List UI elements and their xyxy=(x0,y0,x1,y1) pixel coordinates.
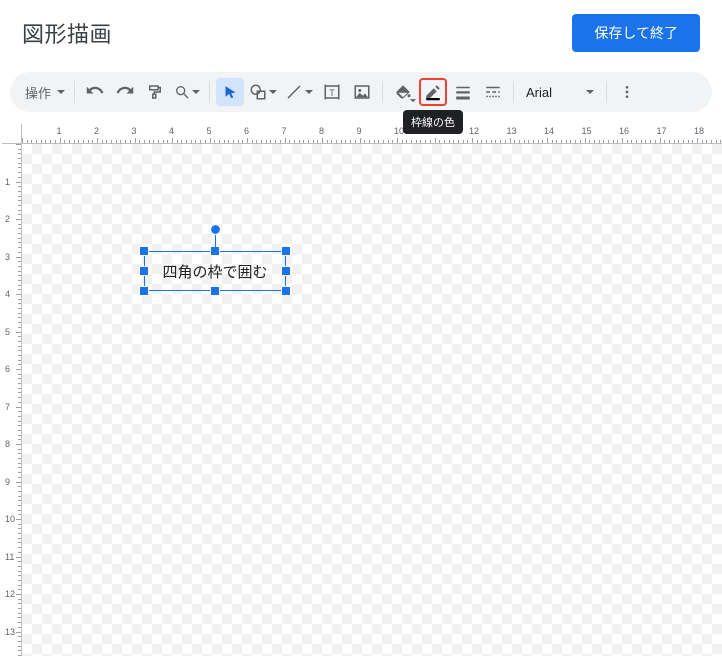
redo-icon xyxy=(116,83,134,101)
border-weight-button[interactable] xyxy=(449,78,477,106)
ruler-vertical: 1234567891011121314 xyxy=(2,144,22,656)
undo-button[interactable] xyxy=(81,78,109,106)
line-icon xyxy=(285,83,303,101)
ruler-horizontal: 12345678910111213141516171819 xyxy=(22,124,722,144)
border-dash-button[interactable] xyxy=(479,78,507,106)
save-and-close-button[interactable]: 保存して終了 xyxy=(572,14,700,52)
select-tool[interactable] xyxy=(216,78,244,106)
zoom-icon xyxy=(174,84,190,100)
image-tool[interactable] xyxy=(348,78,376,106)
actions-menu[interactable]: 操作 xyxy=(18,78,68,106)
separator xyxy=(209,81,210,103)
chevron-down-icon xyxy=(192,90,200,95)
selection-handle[interactable] xyxy=(140,247,148,255)
border-color-button[interactable]: 枠線の色 xyxy=(419,78,447,106)
separator xyxy=(513,81,514,103)
selection-handle[interactable] xyxy=(140,287,148,295)
separator xyxy=(382,81,383,103)
toolbar: 操作 T 枠線の色 xyxy=(10,72,712,112)
selection-handle[interactable] xyxy=(282,267,290,275)
selection-handle[interactable] xyxy=(282,247,290,255)
paint-format-button[interactable] xyxy=(141,78,169,106)
selection-handle[interactable] xyxy=(211,287,219,295)
chevron-down-icon xyxy=(586,90,594,95)
separator xyxy=(74,81,75,103)
paint-roller-icon xyxy=(146,83,164,101)
svg-text:T: T xyxy=(329,88,335,98)
font-label: Arial xyxy=(526,85,584,100)
tooltip: 枠線の色 xyxy=(403,110,463,134)
workspace: 12345678910111213141516171819 1234567891… xyxy=(2,124,722,656)
ruler-corner xyxy=(2,124,22,144)
border-weight-icon xyxy=(454,83,472,101)
shape-tool[interactable] xyxy=(246,78,280,106)
pencil-icon xyxy=(424,83,442,101)
selection-handle[interactable] xyxy=(140,267,148,275)
rotation-handle[interactable] xyxy=(211,225,220,234)
line-tool[interactable] xyxy=(282,78,316,106)
more-button[interactable] xyxy=(613,78,641,106)
textbox-icon: T xyxy=(323,83,341,101)
page-title: 図形描画 xyxy=(22,17,112,49)
image-icon xyxy=(353,83,371,101)
shape-text: 四角の枠で囲む xyxy=(162,261,267,282)
chevron-down-icon xyxy=(57,90,65,95)
undo-icon xyxy=(86,83,104,101)
actions-label: 操作 xyxy=(21,83,55,102)
chevron-down-icon xyxy=(269,90,277,95)
cursor-icon xyxy=(222,84,239,101)
border-dash-icon xyxy=(484,83,502,101)
separator xyxy=(606,81,607,103)
textbox-tool[interactable]: T xyxy=(318,78,346,106)
shapes-icon xyxy=(249,83,267,101)
redo-button[interactable] xyxy=(111,78,139,106)
selected-textbox[interactable]: 四角の枠で囲む xyxy=(144,251,286,291)
more-vertical-icon xyxy=(619,84,635,100)
selection-handle[interactable] xyxy=(282,287,290,295)
canvas[interactable]: 四角の枠で囲む xyxy=(22,144,722,656)
chevron-down-icon xyxy=(305,90,313,95)
zoom-button[interactable] xyxy=(171,78,203,106)
fill-color-button[interactable] xyxy=(389,78,417,106)
chevron-down-icon xyxy=(410,99,416,103)
font-selector[interactable]: Arial xyxy=(520,78,600,106)
